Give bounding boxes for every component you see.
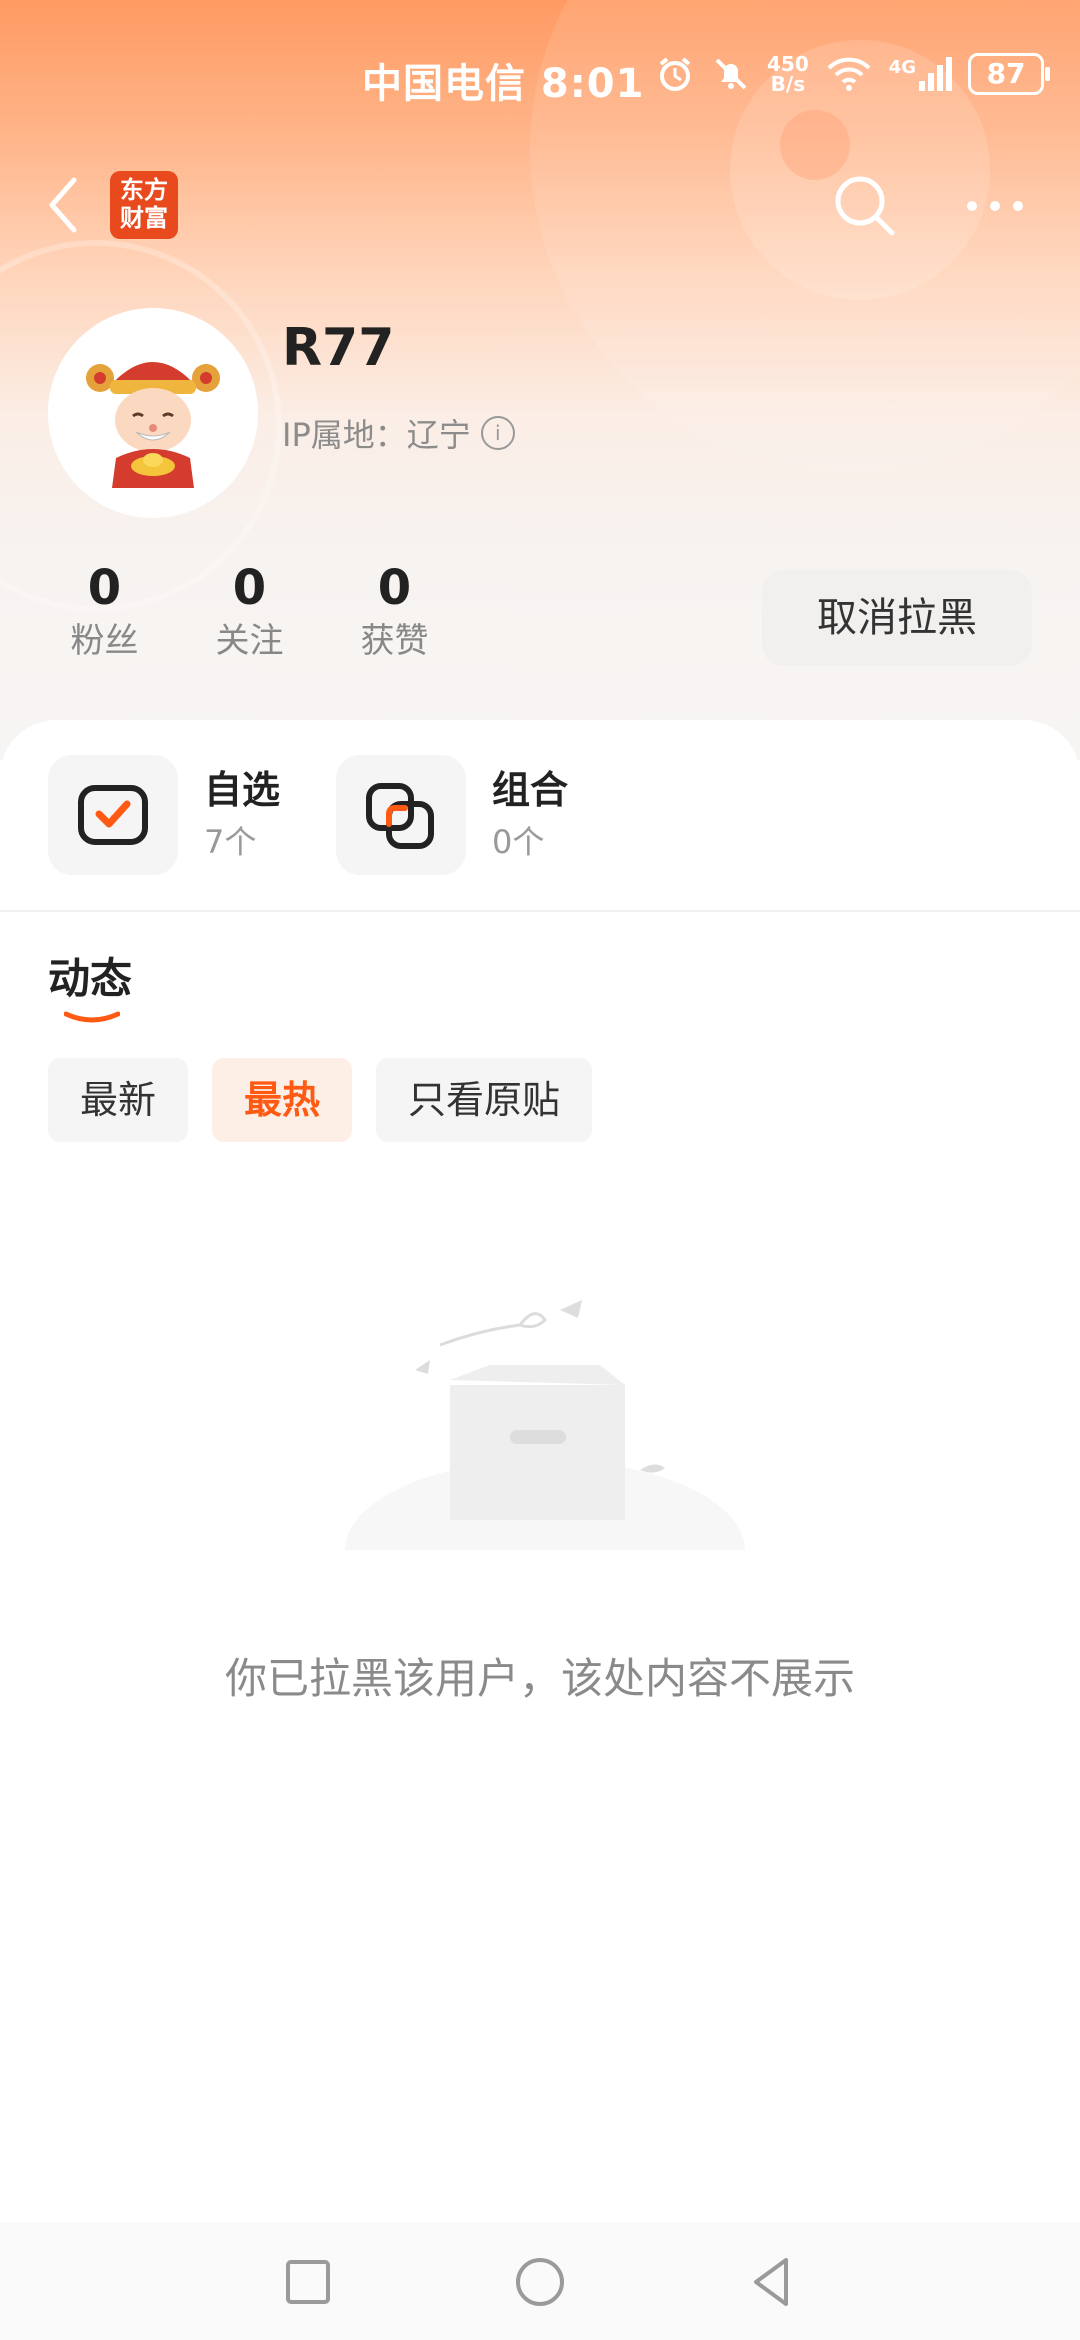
search-button[interactable] [830,171,900,241]
app-logo[interactable]: 东方 财富 [110,171,178,239]
status-icons: 450 B/s 4G 87 [655,52,1051,96]
stat-value: 0 [377,560,412,616]
section-title: 动态 [48,954,133,1003]
watchlist-icon [78,785,148,845]
back-arrow-icon [49,177,77,233]
portfolio-text: 组合 0个 [492,763,568,867]
avatar-image [48,308,258,518]
back-nav-button[interactable] [742,2252,802,2312]
triangle-back-icon [754,2258,788,2306]
carrier-time: 中国电信 8:01 [362,61,645,107]
stat-label: 粉丝 [70,621,139,661]
portfolio-icon-box [336,755,466,875]
square-icon [286,2260,330,2304]
ip-location: IP属地：辽宁 i [282,410,515,456]
portfolio-entry[interactable]: 组合 0个 [336,750,568,880]
watchlist-icon-box [48,755,178,875]
info-icon[interactable]: i [480,416,515,450]
unblock-button[interactable]: 取消拉黑 [762,570,1032,666]
stat-followers[interactable]: 0 粉丝 [32,560,177,666]
circle-icon [516,2258,564,2306]
battery-indicator: 87 [968,53,1051,95]
back-button[interactable] [40,170,90,240]
portfolio-count: 0个 [492,823,545,861]
features-card: 自选 7个 组合 0个 [0,720,1080,912]
wifi-icon [827,57,871,91]
filter-hot[interactable]: 最热 [212,1058,353,1142]
watchlist-title: 自选 [204,768,281,812]
stat-likes[interactable]: 0 获赞 [322,560,467,666]
more-icon [967,201,1023,211]
top-nav: 东方 财富 [0,165,1080,245]
portfolio-title: 组合 [492,768,569,812]
username: R77 [282,318,395,378]
profile-stats: 0 粉丝 0 关注 0 获赞 [32,560,467,666]
stat-value: 0 [87,560,122,616]
watchlist-entry[interactable]: 自选 7个 [48,750,280,880]
filter-chips: 最新 最热 只看原贴 [48,1058,593,1142]
profile-page: 中国电信 8:01 450 B/s 4G 87 东方 财富 R77 IP属地：辽… [0,0,1080,2340]
ip-location-text: IP属地：辽宁 [282,416,471,454]
recent-apps-button[interactable] [278,2252,338,2312]
status-bar: 中国电信 8:01 450 B/s 4G 87 [0,45,1080,115]
mute-bell-icon [715,58,747,90]
system-nav-bar [0,2222,1080,2340]
home-button[interactable] [510,2252,570,2312]
portfolio-icon [366,783,434,849]
search-icon [835,176,895,236]
stat-label: 获赞 [360,621,429,661]
signal-icon: 4G [889,57,953,91]
stat-label: 关注 [215,621,284,661]
stat-value: 0 [232,560,267,616]
network-speed: 450 B/s [767,52,809,96]
watchlist-text: 自选 7个 [204,763,280,867]
watchlist-count: 7个 [204,823,257,861]
filter-latest[interactable]: 最新 [48,1058,189,1142]
more-button[interactable] [960,171,1030,241]
avatar[interactable] [48,308,258,518]
stat-following[interactable]: 0 关注 [177,560,322,666]
empty-state-message: 你已拉黑该用户，该处内容不展示 [224,1654,855,1703]
section-underline [64,1011,120,1023]
filter-original-only[interactable]: 只看原贴 [376,1058,593,1142]
alarm-icon [659,57,691,91]
empty-box-illustration [320,1300,770,1580]
